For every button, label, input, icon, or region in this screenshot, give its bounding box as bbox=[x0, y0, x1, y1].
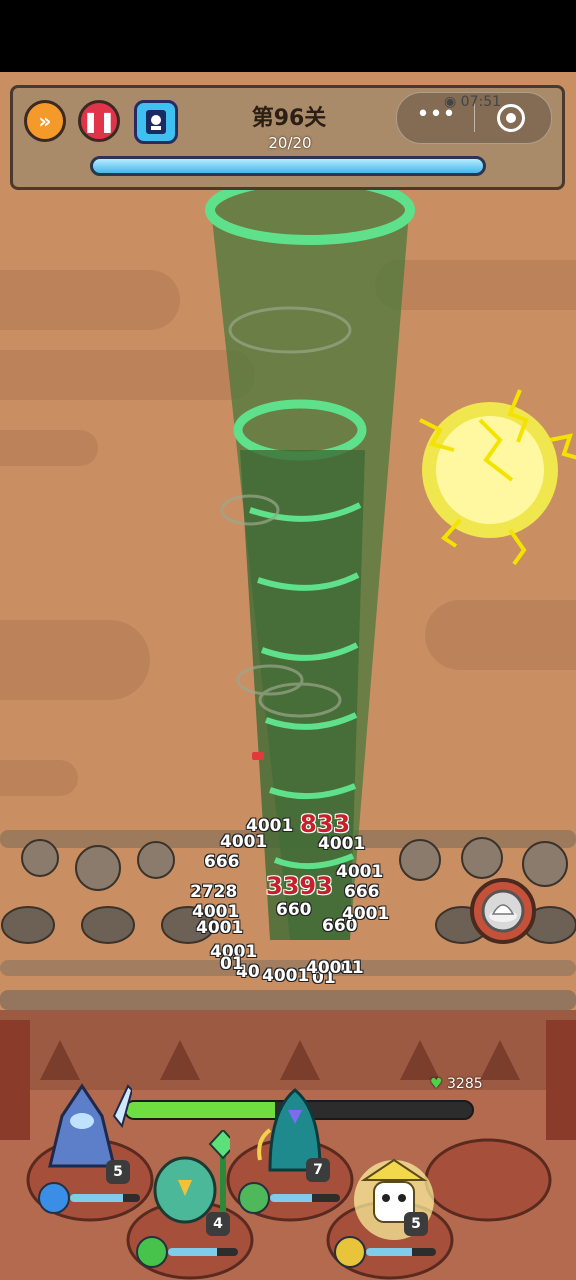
special-skill-button[interactable] bbox=[470, 878, 536, 944]
hero-level-badge: 7 bbox=[306, 1158, 330, 1182]
damage-number: 4001 bbox=[306, 958, 354, 978]
hero-level-badge: 5 bbox=[106, 1160, 130, 1184]
damage-number: 666 bbox=[204, 852, 240, 872]
fast-forward-button[interactable]: » bbox=[24, 100, 66, 142]
heart-icon: ♥ bbox=[430, 1076, 443, 1092]
tornado-skill-icon[interactable] bbox=[238, 1182, 270, 1214]
thunder-skill-icon[interactable] bbox=[334, 1236, 366, 1268]
damage-number: 3393 bbox=[266, 872, 333, 900]
damage-number: 4001 bbox=[318, 834, 366, 854]
close-mini-program-button[interactable] bbox=[497, 104, 525, 132]
damage-number: 4001 bbox=[196, 918, 244, 938]
damage-number: 4001 bbox=[220, 832, 268, 852]
hero-energy-bar bbox=[70, 1194, 140, 1202]
clock-display: ◉ 07:51 bbox=[444, 94, 501, 110]
food-plate-icon bbox=[481, 889, 525, 933]
hero-energy-bar bbox=[270, 1194, 340, 1202]
game-screen: 4001 833 4001 666 4001 2728 3393 666 400… bbox=[0, 0, 576, 1280]
pause-button[interactable]: ❚❚ bbox=[78, 100, 120, 142]
damage-number: 666 bbox=[344, 882, 380, 902]
team-hp-value: 3285 bbox=[447, 1076, 483, 1092]
level-title: 第96关 bbox=[251, 106, 327, 131]
clock-icon: ◉ bbox=[444, 94, 457, 110]
damage-number: 660 bbox=[276, 900, 312, 920]
wind-skill-icon[interactable] bbox=[136, 1236, 168, 1268]
hero-energy-bar bbox=[168, 1248, 238, 1256]
hero-energy-bar bbox=[366, 1248, 436, 1256]
ice-skill-icon[interactable] bbox=[38, 1182, 70, 1214]
damage-number: 01 bbox=[220, 954, 244, 974]
double-chevron-icon: » bbox=[38, 109, 52, 133]
lightning-orb-effect bbox=[419, 389, 576, 566]
clock-time: 07:51 bbox=[460, 94, 502, 110]
team-hp: ♥ 3285 bbox=[430, 1076, 483, 1092]
card-icon bbox=[146, 110, 166, 134]
damage-number: 2728 bbox=[190, 882, 238, 902]
hero-level-badge: 4 bbox=[206, 1212, 230, 1236]
hero-yellow-thunder-panda[interactable] bbox=[344, 1150, 444, 1240]
card-collection-button[interactable] bbox=[134, 100, 178, 144]
hero-level-badge: 5 bbox=[404, 1212, 428, 1236]
enemy-marker bbox=[252, 752, 264, 760]
wave-count: 20/20 bbox=[268, 134, 312, 152]
pause-icon: ❚❚ bbox=[82, 109, 116, 133]
damage-number: 4001 bbox=[342, 904, 390, 924]
damage-number: 4001 bbox=[262, 966, 310, 986]
damage-number: 4001 bbox=[336, 862, 384, 882]
target-icon bbox=[506, 113, 516, 123]
wave-progress-bar bbox=[90, 156, 486, 176]
